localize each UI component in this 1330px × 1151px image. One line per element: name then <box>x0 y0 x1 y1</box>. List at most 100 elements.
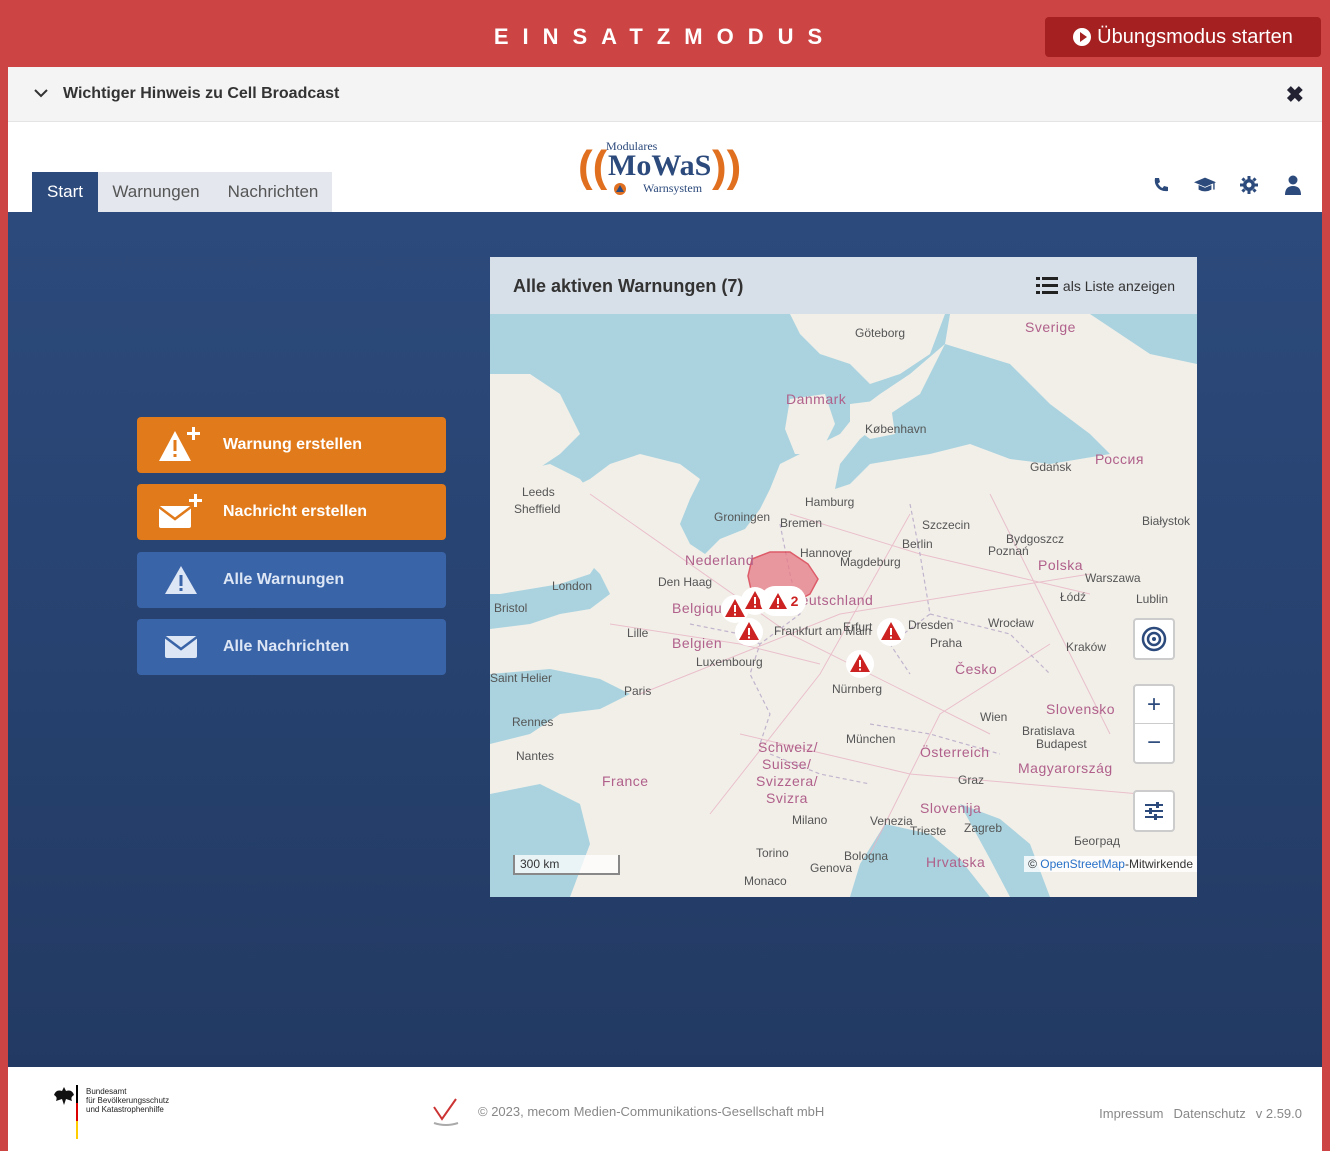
map-label: Poznań <box>988 544 1029 558</box>
map-label: Gdańsk <box>1030 460 1072 474</box>
chevron-down-icon[interactable] <box>34 86 48 100</box>
header-icons <box>1150 174 1304 196</box>
zoom-in-button[interactable]: + <box>1135 686 1173 724</box>
map-label: Bremen <box>780 516 823 530</box>
map-label: Svizzera/ <box>756 773 819 789</box>
bbk-logo: Bundesamt für Bevölkerungsschutz und Kat… <box>52 1085 202 1145</box>
main-content: Warnung erstellen Nachricht erstellen Al… <box>8 212 1322 1067</box>
map-label: Österreich <box>920 744 990 760</box>
map-label: Bristol <box>494 601 528 615</box>
zoom-out-button[interactable]: − <box>1135 724 1173 762</box>
tab-warnungen[interactable]: Warnungen <box>98 172 214 212</box>
map-filter-button[interactable] <box>1133 790 1175 832</box>
warning-add-icon <box>151 417 211 473</box>
phone-icon[interactable] <box>1150 174 1172 196</box>
map-label: London <box>552 579 593 593</box>
map-label: Luxembourg <box>696 655 763 669</box>
warning-marker[interactable] <box>734 617 764 647</box>
create-warning-label: Warnung erstellen <box>223 436 362 453</box>
warning-icon <box>768 593 787 609</box>
create-warning-button[interactable]: Warnung erstellen <box>137 417 446 473</box>
cell-broadcast-notice[interactable]: Wichtiger Hinweis zu Cell Broadcast ✖ <box>8 67 1322 122</box>
practice-button-label: Übungsmodus starten <box>1097 25 1293 48</box>
map-label: Łódź <box>1060 590 1087 604</box>
all-messages-label: Alle Nachrichten <box>223 638 350 655</box>
footer-copyright: © 2023, mecom Medien-Communikations-Gese… <box>478 1104 825 1119</box>
map-label: France <box>602 773 649 789</box>
graduation-cap-icon[interactable] <box>1194 174 1216 196</box>
show-as-list-label: als Liste anzeigen <box>1062 277 1175 294</box>
tab-nachrichten[interactable]: Nachrichten <box>214 172 332 212</box>
map-label: København <box>865 422 927 436</box>
map-area[interactable]: Göteborg Sverige Danmark København Gdańs… <box>490 314 1197 897</box>
map-label: Göteborg <box>855 326 906 340</box>
map-label: Milano <box>792 813 828 827</box>
map-label: Magyarország <box>1018 760 1113 776</box>
map-label: Sverige <box>1025 319 1076 335</box>
map-label: Kraków <box>1066 640 1107 654</box>
all-messages-button[interactable]: Alle Nachrichten <box>137 619 446 675</box>
impressum-link[interactable]: Impressum <box>1099 1106 1163 1121</box>
map-label: Београд <box>1074 834 1120 848</box>
start-practice-mode-button[interactable]: Übungsmodus starten <box>1045 17 1321 57</box>
map-label: Svizra <box>766 790 808 806</box>
cluster-count: 2 <box>790 593 799 609</box>
map-label: Leeds <box>522 485 555 499</box>
show-as-list-link[interactable]: als Liste anzeigen <box>1035 277 1175 294</box>
map-label: Paris <box>624 684 652 698</box>
logo-emblem-icon <box>614 183 626 195</box>
locate-button[interactable] <box>1133 618 1175 660</box>
warning-cluster-marker[interactable]: 2 <box>760 586 806 616</box>
warning-marker[interactable] <box>845 649 875 679</box>
map-attribution: © OpenStreetMap-Mitwirkende <box>1024 856 1197 872</box>
map-label: Sheffield <box>514 502 561 516</box>
datenschutz-link[interactable]: Datenschutz <box>1173 1106 1245 1121</box>
mecom-logo-icon <box>433 1098 459 1126</box>
map-label: Lille <box>627 626 649 640</box>
map-label: Genova <box>810 861 853 875</box>
active-warnings-map-card: Alle aktiven Warnungen (7) als Liste anz… <box>490 257 1197 897</box>
user-icon[interactable] <box>1282 174 1304 196</box>
map-label: Česko <box>955 661 998 677</box>
map-label: Trieste <box>910 824 947 838</box>
map-label: Warszawa <box>1085 571 1141 585</box>
create-message-label: Nachricht erstellen <box>223 503 368 520</box>
map-label: Berlin <box>902 537 933 551</box>
map-label: Belgien <box>672 635 723 651</box>
map-label: Schweiz/ <box>758 739 819 755</box>
map-label: Wrocław <box>988 616 1034 630</box>
all-warnings-button[interactable]: Alle Warnungen <box>137 552 446 608</box>
map-label: Hamburg <box>805 495 855 509</box>
map-label: Graz <box>958 773 985 787</box>
map-label: Hrvatska <box>926 854 986 870</box>
map-label: Szczecin <box>922 518 971 532</box>
map-card-title: Alle aktiven Warnungen (7) <box>513 276 744 296</box>
map-label: Danmark <box>786 391 847 407</box>
envelope-icon <box>151 619 211 675</box>
map-label: Lublin <box>1136 592 1169 606</box>
sliders-icon <box>1145 802 1163 820</box>
list-icon <box>1035 277 1058 294</box>
map-label: Groningen <box>714 510 771 524</box>
map-label: Białystok <box>1142 514 1191 528</box>
map-label: Nürnberg <box>832 682 883 696</box>
warning-marker[interactable] <box>876 617 906 647</box>
map-label: Bratislava <box>1022 724 1075 738</box>
map-label: Nantes <box>516 749 555 763</box>
close-icon[interactable]: ✖ <box>1286 82 1304 108</box>
envelope-add-icon <box>151 484 211 540</box>
map-label: München <box>846 732 896 746</box>
map-label: Slovenija <box>920 800 982 816</box>
gear-icon[interactable] <box>1238 174 1260 196</box>
warning-icon <box>151 552 211 608</box>
zoom-control: + − <box>1133 684 1175 764</box>
map-label: Wien <box>980 710 1008 724</box>
map-label: Polska <box>1038 557 1084 573</box>
map-label: Dresden <box>908 618 954 632</box>
openstreetmap-link[interactable]: OpenStreetMap <box>1040 857 1125 871</box>
map-label: Saint Helier <box>490 671 553 685</box>
notice-text[interactable]: Wichtiger Hinweis zu Cell Broadcast <box>63 85 339 103</box>
footer-links: Impressum Datenschutz v 2.59.0 <box>1099 1106 1302 1121</box>
create-message-button[interactable]: Nachricht erstellen <box>137 484 446 540</box>
tab-start[interactable]: Start <box>32 172 98 212</box>
